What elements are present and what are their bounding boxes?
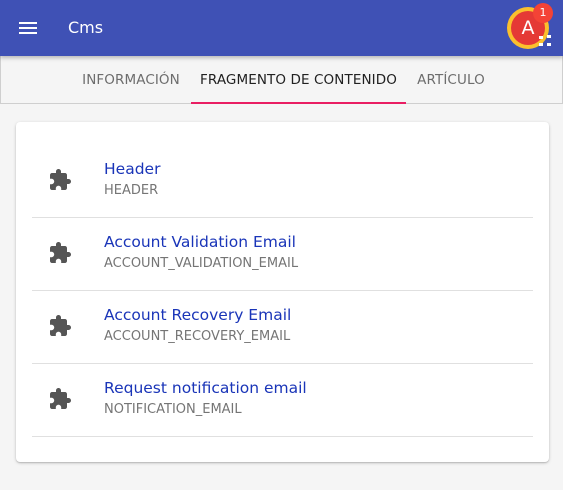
top-app-bar: Cms A 1 [0,0,563,56]
menu-button[interactable] [16,16,40,40]
puzzle-icon [50,242,71,263]
puzzle-icon [50,388,71,409]
fragment-code: HEADER [104,183,159,198]
fragment-title[interactable]: Header [104,159,160,179]
apps-grid-icon [539,35,551,46]
fragment-title[interactable]: Account Recovery Email [104,305,291,325]
tab-fragmento-de-contenido[interactable]: FRAGMENTO DE CONTENIDO [191,56,406,104]
active-tab-indicator [191,102,406,104]
puzzle-icon [50,315,71,336]
fragment-code: ACCOUNT_VALIDATION_EMAIL [104,256,299,271]
fragment-title[interactable]: Request notification email [104,378,307,398]
list-item[interactable]: Account Recovery Email ACCOUNT_RECOVERY_… [32,291,533,364]
list-item[interactable]: Header HEADER [32,145,533,218]
tab-informacion[interactable]: INFORMACIÓN [67,56,195,104]
fragment-code: NOTIFICATION_EMAIL [104,402,242,417]
fragment-title[interactable]: Account Validation Email [104,232,296,252]
menu-icon [19,22,37,34]
list-item[interactable]: Request notification email NOTIFICATION_… [32,364,533,437]
list-item[interactable]: Account Validation Email ACCOUNT_VALIDAT… [32,218,533,291]
fragment-code: ACCOUNT_RECOVERY_EMAIL [104,329,291,344]
user-menu[interactable]: A 1 [507,3,553,49]
fragment-list-card: Header HEADER Account Validation Email A… [16,122,549,462]
tab-articulo[interactable]: ARTÍCULO [406,56,496,104]
puzzle-icon [50,169,71,190]
app-title: Cms [68,18,104,37]
tab-bar: INFORMACIÓN FRAGMENTO DE CONTENIDO ARTÍC… [0,56,563,104]
notification-badge: 1 [533,3,553,23]
